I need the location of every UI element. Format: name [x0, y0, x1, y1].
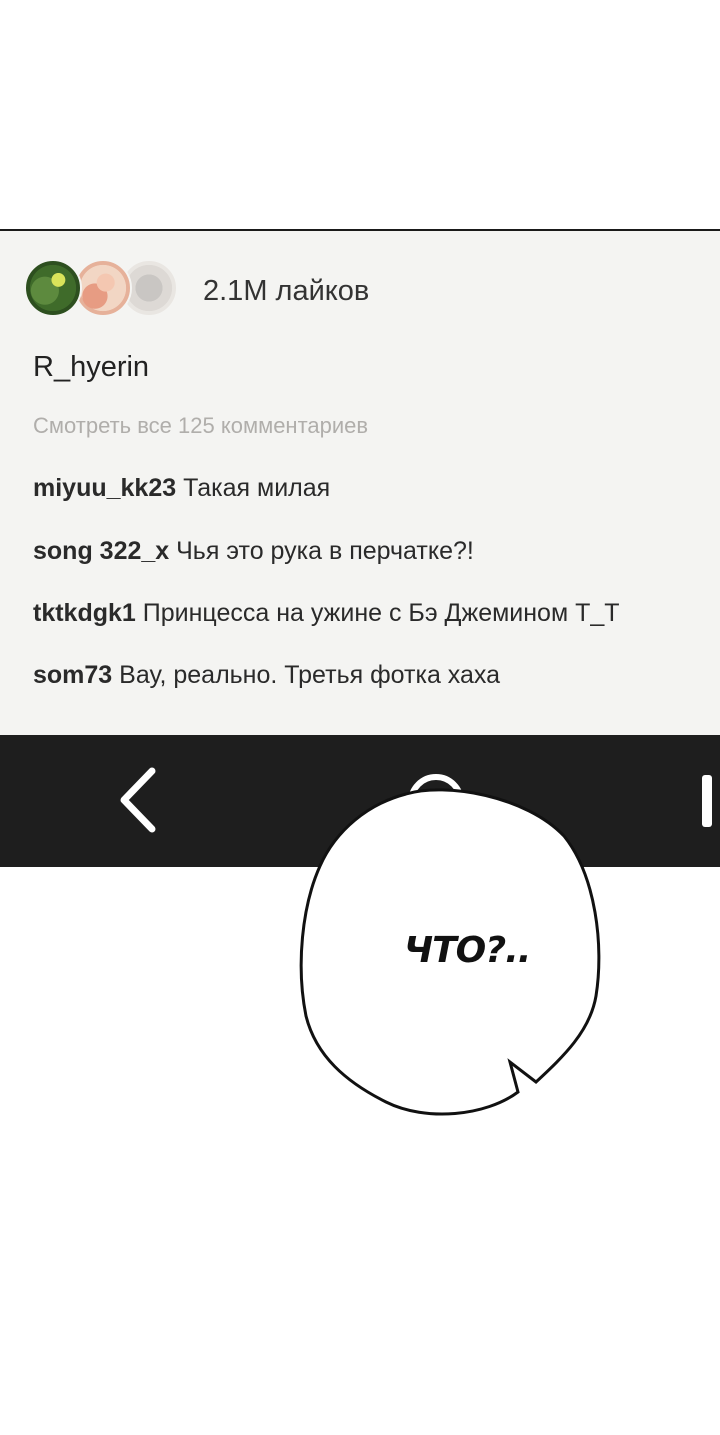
view-all-comments-link[interactable]: Смотреть все 125 комментариев: [33, 413, 368, 439]
comment-author[interactable]: tktkdgk1: [33, 599, 136, 627]
likes-count[interactable]: 2.1M лайков: [203, 275, 369, 308]
avatar: [74, 259, 132, 317]
comment-author[interactable]: song 322_x: [33, 537, 169, 565]
speech-bubble-text: ЧТО?..: [404, 930, 531, 971]
avatar: [24, 259, 82, 317]
post-username[interactable]: R_hyerin: [33, 351, 149, 384]
comment-text: Чья это рука в перчатке?!: [176, 537, 474, 565]
comment-author[interactable]: miyuu_kk23: [33, 474, 176, 502]
comment-item: miyuu_kk23 Такая милая: [33, 474, 330, 503]
comment-author[interactable]: som73: [33, 661, 112, 689]
bar-recent-icon[interactable]: [702, 775, 712, 827]
post-panel: 2.1M лайков R_hyerin Смотреть все 125 ко…: [0, 229, 720, 735]
comment-item: song 322_x Чья это рука в перчатке?!: [33, 537, 474, 566]
liker-avatars[interactable]: [24, 259, 184, 319]
comment-item: som73 Вау, реально. Третья фотка хаха: [33, 661, 500, 690]
comment-text: Вау, реально. Третья фотка хаха: [119, 661, 501, 689]
chevron-left-icon[interactable]: [110, 765, 166, 835]
comment-text: Принцесса на ужине с Бэ Джемином Т_Т: [142, 599, 620, 627]
comment-text: Такая милая: [183, 474, 331, 502]
comment-item: tktkdgk1 Принцесса на ужине с Бэ Джемино…: [33, 599, 620, 628]
